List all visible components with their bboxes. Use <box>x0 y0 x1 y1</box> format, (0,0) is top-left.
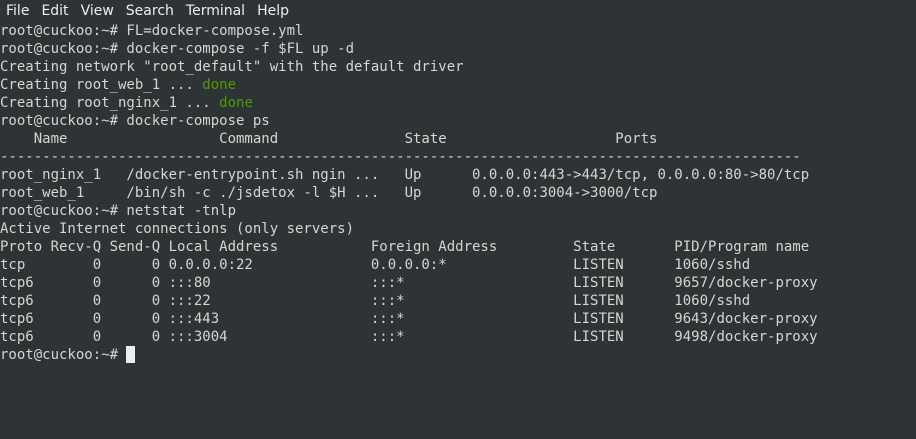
terminal-line: tcp 0 0 0.0.0.0:22 0.0.0.0:* LISTEN 1060… <box>0 257 751 273</box>
terminal-line: Proto Recv-Q Send-Q Local Address Foreig… <box>0 239 810 255</box>
terminal-line: Creating network "root_default" with the… <box>0 59 464 75</box>
cursor <box>126 346 136 363</box>
menu-bar: File Edit View Search Terminal Help <box>0 0 916 22</box>
terminal-line: root_web_1 /bin/sh -c ./jsdetox -l $H ..… <box>0 185 658 201</box>
menu-file[interactable]: File <box>0 0 35 22</box>
terminal-line: Name Command State Ports <box>0 131 658 147</box>
status-done: done <box>219 95 253 111</box>
menu-help[interactable]: Help <box>251 0 295 22</box>
status-done: done <box>202 77 237 93</box>
terminal-line: root@cuckoo:~# FL=docker-compose.yml <box>0 23 304 39</box>
terminal-line: root_nginx_1 /docker-entrypoint.sh ngin … <box>0 167 810 183</box>
terminal-window: File Edit View Search Terminal Help root… <box>0 0 916 439</box>
terminal-prompt-line[interactable]: root@cuckoo:~# <box>0 346 916 364</box>
menu-edit[interactable]: Edit <box>35 0 74 22</box>
terminal-line: ----------------------------------------… <box>0 149 801 165</box>
terminal-line: tcp6 0 0 :::80 :::* LISTEN 9657/docker-p… <box>0 275 818 291</box>
terminal-line: root@cuckoo:~# docker-compose ps <box>0 113 270 129</box>
menu-search[interactable]: Search <box>120 0 180 22</box>
terminal-line: Active Internet connections (only server… <box>0 221 355 237</box>
terminal-line: root@cuckoo:~# docker-compose -f $FL up … <box>0 41 355 57</box>
terminal-line: tcp6 0 0 :::443 :::* LISTEN 9643/docker-… <box>0 311 818 327</box>
terminal-line: Creating root_nginx_1 ... done <box>0 95 253 111</box>
menu-terminal[interactable]: Terminal <box>180 0 251 22</box>
terminal-line: tcp6 0 0 :::3004 :::* LISTEN 9498/docker… <box>0 329 818 345</box>
terminal-output[interactable]: root@cuckoo:~# FL=docker-compose.yml roo… <box>0 22 916 439</box>
terminal-line: tcp6 0 0 :::22 :::* LISTEN 1060/sshd <box>0 293 751 309</box>
terminal-line: Creating root_web_1 ... done <box>0 77 237 93</box>
terminal-line: root@cuckoo:~# netstat -tnlp <box>0 203 237 219</box>
menu-view[interactable]: View <box>75 0 120 22</box>
